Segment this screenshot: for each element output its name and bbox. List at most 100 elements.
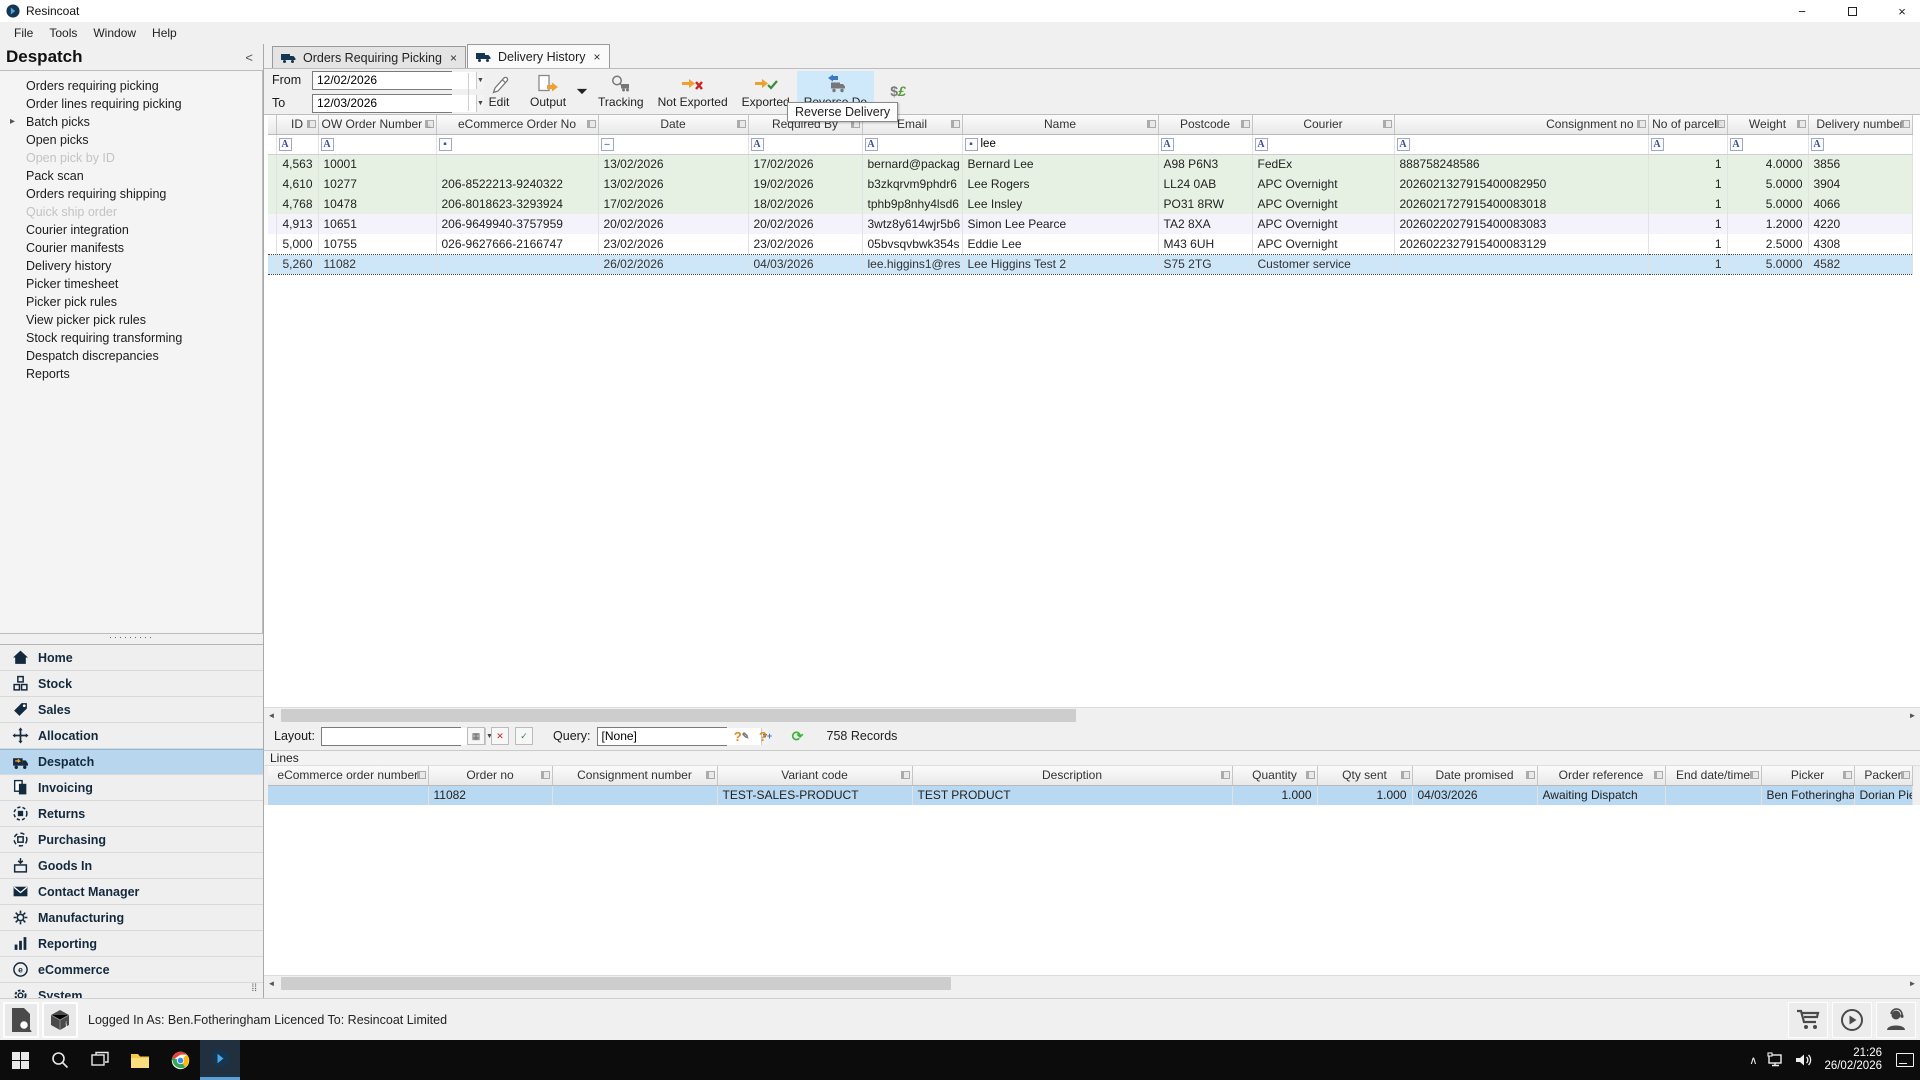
action-center-icon[interactable] xyxy=(1896,1053,1914,1067)
edit-button[interactable]: Edit xyxy=(475,71,523,113)
filter-type-icon[interactable]: A xyxy=(1811,138,1824,151)
column-header-consignment-number[interactable]: Consignment number xyxy=(552,766,717,785)
column-header-id[interactable]: ID xyxy=(276,115,318,134)
output-dropdown-button[interactable] xyxy=(573,71,591,113)
filter-input-no-of-parcels[interactable] xyxy=(1667,137,1725,152)
layout-combo[interactable]: ▼ xyxy=(321,727,461,746)
add-query-icon[interactable]: ?+ xyxy=(757,727,775,745)
filter-type-icon[interactable]: – xyxy=(601,138,614,151)
sidebar-item[interactable]: Open picks xyxy=(0,131,262,149)
column-header-quantity[interactable]: Quantity xyxy=(1232,766,1317,785)
filter-input-weight[interactable] xyxy=(1746,137,1806,152)
column-filter-icon[interactable] xyxy=(1716,120,1725,128)
column-header-name[interactable]: Name xyxy=(962,115,1158,134)
sidebar-item[interactable]: Pack scan xyxy=(0,167,262,185)
column-filter-icon[interactable] xyxy=(1241,120,1250,128)
filter-type-icon[interactable]: A xyxy=(1730,138,1743,151)
query-combo[interactable]: ▼ xyxy=(597,727,727,746)
column-header-end-datetime[interactable]: End date/time xyxy=(1665,766,1761,785)
filter-cell-ow-order-number[interactable]: A xyxy=(321,137,434,152)
column-filter-icon[interactable] xyxy=(1637,120,1646,128)
chrome-button[interactable] xyxy=(160,1040,200,1080)
file-explorer-button[interactable] xyxy=(120,1040,160,1080)
table-row[interactable]: 4,610 10277 206-8522213-9240322 13/02/20… xyxy=(268,174,1912,194)
column-filter-icon[interactable] xyxy=(1750,771,1759,779)
sidebar-item[interactable]: Open pick by ID xyxy=(0,149,262,167)
column-filter-icon[interactable] xyxy=(1147,120,1156,128)
column-header-picker[interactable]: Picker xyxy=(1761,766,1854,785)
filter-type-icon[interactable]: A xyxy=(1255,138,1268,151)
sidebar-collapse-icon[interactable]: < xyxy=(245,50,253,65)
filter-cell-id[interactable]: A xyxy=(279,137,316,152)
sidebar-item[interactable]: Courier integration xyxy=(0,221,262,239)
filter-input-courier[interactable] xyxy=(1271,137,1392,152)
menu-tools[interactable]: Tools xyxy=(41,24,85,42)
column-filter-icon[interactable] xyxy=(1843,771,1852,779)
menu-file[interactable]: File xyxy=(6,24,41,42)
column-filter-icon[interactable] xyxy=(425,120,434,128)
tab-orders-requiring-picking[interactable]: Orders Requiring Picking × xyxy=(272,46,466,68)
filter-input-postcode[interactable] xyxy=(1177,137,1250,152)
filter-type-icon[interactable]: ▪ xyxy=(439,138,452,151)
column-header-order-reference[interactable]: Order reference xyxy=(1537,766,1665,785)
start-button[interactable] xyxy=(0,1040,40,1080)
column-filter-icon[interactable] xyxy=(1401,771,1410,779)
column-header-ow-order-number[interactable]: OW Order Number▲ xyxy=(318,115,436,134)
tab-delivery-history[interactable]: Delivery History × xyxy=(467,44,610,68)
not-exported-button[interactable]: Not Exported xyxy=(651,71,735,113)
taskbar-clock[interactable]: 21:26 26/02/2026 xyxy=(1824,1047,1882,1073)
column-header-packer[interactable]: Packer xyxy=(1854,766,1912,785)
column-header-ecommerce-order-number[interactable]: eCommerce order number xyxy=(268,766,428,785)
sidebar-item[interactable]: Courier manifests xyxy=(0,239,262,257)
column-header-date[interactable]: Date xyxy=(598,115,748,134)
column-header-ecommerce-order-no[interactable]: eCommerce Order No xyxy=(436,115,598,134)
close-button[interactable]: × xyxy=(1892,1,1912,21)
column-header-description[interactable]: Description xyxy=(912,766,1232,785)
filter-input-ecommerce-order-no[interactable] xyxy=(455,137,596,152)
output-button[interactable]: Output xyxy=(523,71,573,113)
column-header-order-no[interactable]: Order no xyxy=(428,766,552,785)
column-filter-icon[interactable] xyxy=(706,771,715,779)
column-filter-icon[interactable] xyxy=(307,120,316,128)
sidebar-module-home[interactable]: Home xyxy=(0,645,263,671)
filter-input-ow-order-number[interactable] xyxy=(337,137,434,152)
filter-type-icon[interactable]: A xyxy=(321,138,334,151)
filter-input-delivery-number[interactable] xyxy=(1827,137,1910,152)
lines-row[interactable]: 11082 TEST-SALES-PRODUCT TEST PRODUCT 1.… xyxy=(268,785,1912,805)
filter-input-email[interactable] xyxy=(881,137,960,152)
edit-query-icon[interactable]: ?✎ xyxy=(733,727,751,745)
sidebar-module-allocation[interactable]: Allocation xyxy=(0,723,263,749)
sidebar-item[interactable]: Picker timesheet xyxy=(0,275,262,293)
task-view-button[interactable] xyxy=(80,1040,120,1080)
sidebar-item[interactable]: Reports xyxy=(0,365,262,383)
sidebar-module-sales[interactable]: Sales xyxy=(0,697,263,723)
filter-cell-no-of-parcels[interactable]: A xyxy=(1651,137,1725,152)
from-date-field[interactable]: ▼ xyxy=(312,71,452,90)
sidebar-item[interactable]: ▸ Batch picks xyxy=(0,113,262,131)
support-button[interactable] xyxy=(1876,1002,1916,1038)
table-row[interactable]: 5,000 10755 026-9627666-2166747 23/02/20… xyxy=(268,234,1912,254)
filter-input-date[interactable] xyxy=(617,137,746,152)
sidebar-item[interactable]: Quick ship order xyxy=(0,203,262,221)
sidebar-module-despatch[interactable]: Despatch xyxy=(0,749,263,775)
scroll-left-icon[interactable]: ◄ xyxy=(264,979,279,988)
column-filter-icon[interactable] xyxy=(587,120,596,128)
column-filter-icon[interactable] xyxy=(541,771,550,779)
filter-type-icon[interactable]: A xyxy=(279,138,292,151)
column-header-courier[interactable]: Courier xyxy=(1252,115,1394,134)
sidebar-module-purchasing[interactable]: Purchasing xyxy=(0,827,263,853)
scrollbar-thumb[interactable] xyxy=(281,977,951,990)
minimize-button[interactable]: − xyxy=(1792,1,1812,21)
play-button[interactable] xyxy=(1832,1002,1872,1038)
filter-cell-ecommerce-order-no[interactable]: ▪ xyxy=(439,137,596,152)
sidebar-module-goods-in[interactable]: Goods In xyxy=(0,853,263,879)
sidebar-module-ecommerce[interactable]: e eCommerce xyxy=(0,957,263,983)
sidebar-module-contact-manager[interactable]: Contact Manager xyxy=(0,879,263,905)
sidebar-item[interactable]: Stock requiring transforming xyxy=(0,329,262,347)
sidebar-item[interactable]: Orders requiring picking xyxy=(0,77,262,95)
sidebar-item[interactable]: View picker pick rules xyxy=(0,311,262,329)
refresh-icon[interactable]: ⟳ xyxy=(789,727,807,745)
sidebar-module-stock[interactable]: Stock xyxy=(0,671,263,697)
filter-cell-courier[interactable]: A xyxy=(1255,137,1392,152)
network-icon[interactable] xyxy=(1767,1052,1785,1068)
